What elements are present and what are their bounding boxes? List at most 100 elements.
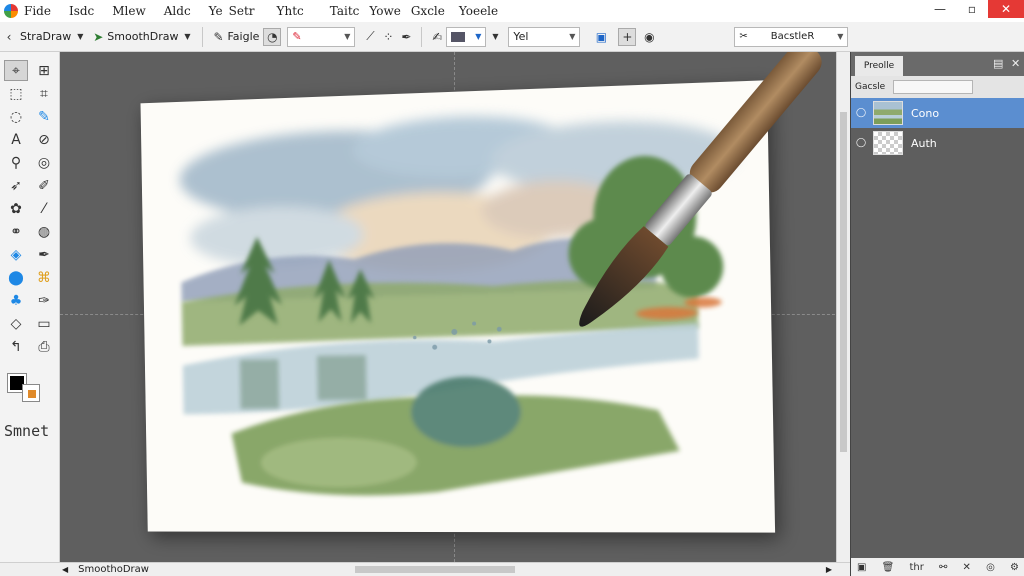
brush-name-label: Smnet — [4, 422, 50, 440]
brush-icon[interactable]: ➶ — [4, 175, 28, 196]
stroke-width-dropdown[interactable]: ▼ — [446, 26, 487, 47]
chevron-down-icon: ▼ — [837, 32, 844, 41]
panel-footer: ▣ 🗑 thr ⚯ ✕ ◎ ⚙ — [851, 558, 1024, 576]
bucket-icon[interactable]: ⬤ — [4, 267, 28, 288]
trash-icon[interactable]: 🗑 — [882, 562, 895, 573]
size-dropdown[interactable]: Yel ▼ — [508, 26, 581, 47]
settings-icon[interactable]: ⚙ — [1010, 562, 1019, 573]
stylus-icon[interactable]: ✒ — [397, 28, 415, 46]
marker-icon[interactable]: ✑ — [32, 290, 56, 311]
scrollbar-thumb[interactable] — [840, 112, 847, 452]
scroll-right-icon[interactable]: ▶ — [826, 565, 832, 574]
panel-close-icon[interactable]: ✕ — [1011, 57, 1020, 70]
panel-menu-icon[interactable]: ▤ — [993, 57, 1003, 70]
brush-color-dropdown[interactable]: ✎ ▼ — [287, 26, 356, 47]
eraser-icon[interactable]: ◍ — [32, 221, 56, 242]
layer-name: Auth — [911, 136, 937, 150]
link-icon[interactable]: ⚯ — [939, 562, 947, 573]
add-icon[interactable]: + — [618, 27, 637, 46]
chevron-down-icon[interactable]: ▼ — [71, 28, 89, 46]
layers-icon[interactable]: ▣ — [592, 28, 610, 46]
back-chevron-icon[interactable]: ‹ — [0, 28, 18, 46]
brush-mode-label[interactable]: Faigle — [227, 30, 259, 43]
chevron-down-icon[interactable]: ▼ — [486, 28, 504, 46]
pen-icon[interactable]: ✎ — [32, 106, 56, 127]
pen-tool-icon[interactable]: ✎ — [209, 28, 227, 46]
crop-icon[interactable]: ⌗ — [32, 83, 56, 104]
smudge-icon[interactable]: ⊘ — [32, 129, 56, 150]
layer-select-icon: ✂ — [739, 31, 748, 42]
horizontal-scrollbar-thumb[interactable] — [355, 566, 515, 573]
line-icon[interactable]: ⁄ — [32, 198, 56, 219]
chevron-down-icon[interactable]: ▼ — [178, 28, 196, 46]
grid-move-icon[interactable]: ⊞ — [32, 60, 56, 81]
visibility-icon[interactable]: ◯ — [851, 108, 871, 118]
crayon-icon[interactable]: ⌘ — [32, 267, 56, 288]
tool-name-label[interactable]: SmoothDraw — [107, 30, 178, 43]
layer-row[interactable]: ◯ Cono — [851, 98, 1024, 128]
lasso-icon[interactable]: ◌ — [4, 106, 28, 127]
new-layer-icon[interactable]: ▣ — [857, 562, 866, 573]
pointer-icon[interactable]: ⌖ — [4, 60, 28, 81]
pencil-icon[interactable]: ✐ — [32, 175, 56, 196]
zoom-icon[interactable]: ⚲ — [4, 152, 28, 173]
menu-filter[interactable]: Yhtc — [277, 4, 304, 18]
menu-file[interactable]: Fide — [24, 4, 51, 18]
clone-icon[interactable]: ▭ — [32, 313, 56, 334]
scroll-left-icon[interactable]: ◀ — [62, 565, 68, 574]
inkpen-icon[interactable]: ✒ — [32, 244, 56, 265]
layer-select-dropdown[interactable]: ✂ BacstleR ▼ — [734, 26, 849, 47]
smear-icon[interactable]: ♣ — [4, 290, 28, 311]
brush-tip-icon[interactable]: ⟋ — [361, 28, 379, 46]
maximize-button[interactable]: ▫ — [956, 0, 988, 18]
vertical-scrollbar[interactable] — [836, 52, 850, 562]
blend-mode-row: Gacsle — [851, 76, 1024, 98]
blend-mode-field[interactable] — [893, 80, 974, 94]
eyedropper-icon[interactable]: ◈ — [4, 244, 28, 265]
menu-view[interactable]: Mlew — [112, 4, 146, 18]
dodge-icon[interactable]: ◎ — [32, 152, 56, 173]
color-picker-icon[interactable]: ◉ — [640, 28, 658, 46]
tool-grid: ⌖ ⊞ ⬚ ⌗ ◌ ✎ A ⊘ ⚲ ◎ ➶ ✐ ✿ ⁄ ⚭ ◍ ◈ ✒ ⬤ ⌘ … — [4, 60, 58, 359]
visibility-icon[interactable]: ◯ — [851, 138, 871, 148]
color-swatches[interactable] — [7, 373, 48, 408]
background-color-swatch[interactable] — [22, 384, 40, 402]
text-icon[interactable]: A — [4, 129, 28, 150]
minimize-button[interactable]: — — [924, 0, 956, 18]
blob-icon[interactable]: ✿ — [4, 198, 28, 219]
scatter-icon[interactable]: ⁘ — [379, 28, 397, 46]
menu-edit[interactable]: Isdc — [69, 4, 94, 18]
menu-ye[interactable]: Ye — [209, 4, 223, 18]
menu-help[interactable]: Yoeele — [459, 4, 498, 18]
menu-image[interactable]: Aldc — [164, 4, 191, 18]
chevron-down-icon: ▼ — [475, 32, 482, 41]
status-bar: ◀ SmoothoDraw ▶ — [0, 562, 850, 576]
layer-thumbnail — [873, 101, 903, 125]
hand-icon[interactable]: ↰ — [4, 336, 28, 357]
tool-palette: ⌖ ⊞ ⬚ ⌗ ◌ ✎ A ⊘ ⚲ ◎ ➶ ✐ ✿ ⁄ ⚭ ◍ ◈ ✒ ⬤ ⌘ … — [0, 52, 60, 562]
toolbar: ‹ StraDraw ▼ ➤ SmoothDraw ▼ ✎ Faigle ◔ ✎… — [0, 22, 1024, 52]
layer-row[interactable]: ◯ Auth — [851, 128, 1024, 158]
fill-icon[interactable]: ◇ — [4, 313, 28, 334]
menu-window[interactable]: Yowe — [369, 4, 400, 18]
canvas-area[interactable] — [60, 52, 850, 562]
menu-circle[interactable]: Gxcle — [411, 4, 445, 18]
close-button[interactable]: ✕ — [988, 0, 1024, 18]
status-label: SmoothoDraw — [78, 564, 149, 575]
menu-tools[interactable]: Taitc — [330, 4, 360, 18]
paintbrush-overlay — [579, 52, 822, 327]
menu-bar: Fide Isdc Mlew Aldc Ye Setr Yhtc Taitc Y… — [0, 0, 1024, 22]
mask-icon[interactable]: ◎ — [986, 562, 995, 573]
blend-icon[interactable]: ◔ — [263, 27, 282, 46]
layer-name: Cono — [911, 106, 940, 120]
rotate-icon[interactable]: ⎙ — [32, 336, 56, 357]
size-value: Yel — [513, 30, 529, 43]
ink-pen-icon[interactable]: ✍ — [428, 28, 446, 46]
tab-layers[interactable]: Preolle — [855, 56, 903, 76]
marquee-icon[interactable]: ⬚ — [4, 83, 28, 104]
delete-icon[interactable]: ✕ — [963, 562, 971, 573]
menu-select[interactable]: Setr — [229, 4, 255, 18]
airbrush-icon[interactable]: ⚭ — [4, 221, 28, 242]
stroke-swatch-icon — [451, 31, 466, 42]
brush-preset-label[interactable]: StraDraw — [20, 30, 71, 43]
